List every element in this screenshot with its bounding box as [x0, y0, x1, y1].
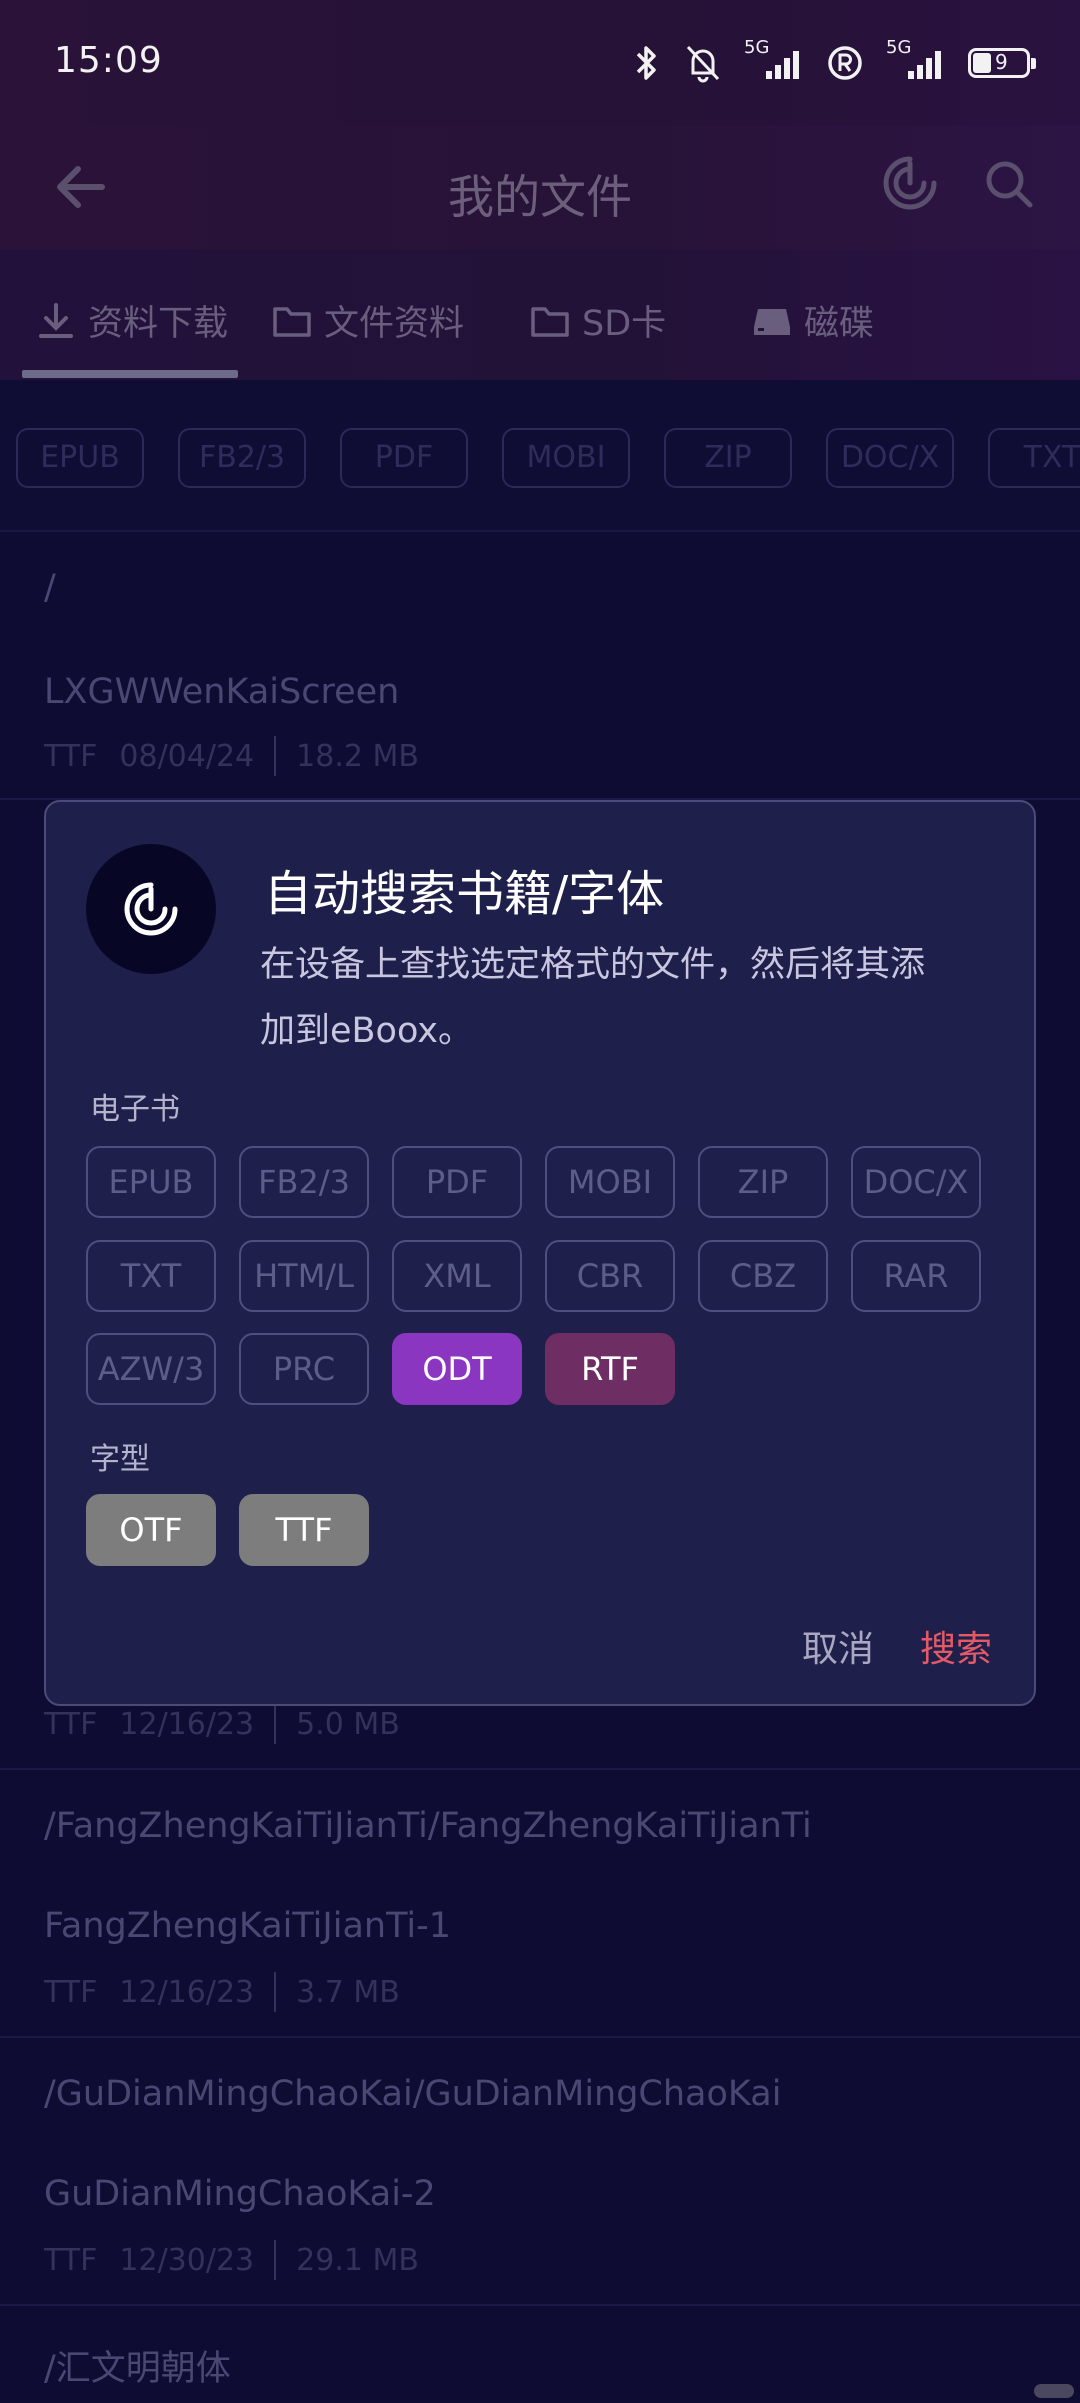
- folder-path[interactable]: /FangZhengKaiTiJianTi/FangZhengKaiTiJian…: [44, 1806, 812, 1846]
- tab-sd-card[interactable]: SD卡: [530, 295, 666, 346]
- search-button[interactable]: 搜索: [920, 1620, 992, 1672]
- file-name[interactable]: FangZhengKaiTiJianTi-1: [44, 1906, 451, 1946]
- filter-chip[interactable]: PDF: [340, 428, 468, 488]
- format-chip-cbz[interactable]: CBZ: [698, 1240, 828, 1312]
- status-time: 15:09: [54, 40, 163, 81]
- bell-muted-icon: [686, 45, 720, 83]
- file-meta: TTF 08/04/24 18.2 MB: [44, 736, 419, 776]
- auto-search-dialog: 自动搜索书籍/字体 在设备上查找选定格式的文件，然后将其添 加到eBoox。 电…: [44, 800, 1036, 1706]
- format-chip-cbr[interactable]: CBR: [545, 1240, 675, 1312]
- file-size: 3.7 MB: [296, 1974, 400, 2010]
- folder-path[interactable]: /GuDianMingChaoKai/GuDianMingChaoKai: [44, 2074, 781, 2114]
- file-date: 12/16/23: [119, 1706, 255, 1742]
- font-section-label: 字型: [90, 1442, 150, 1477]
- file-size: 5.0 MB: [296, 1706, 400, 1742]
- file-meta: TTF 12/16/23 3.7 MB: [44, 1972, 400, 2012]
- registered-icon: [828, 46, 862, 80]
- file-type: TTF: [44, 2242, 98, 2278]
- drive-icon: [754, 308, 790, 335]
- divider: [0, 2304, 1080, 2306]
- tab-documents[interactable]: 文件资料: [272, 295, 464, 346]
- download-icon: [39, 302, 73, 338]
- status-bar: 15:09 5G 5G 9: [0, 0, 1080, 125]
- folder-path[interactable]: /: [44, 568, 56, 608]
- file-type: TTF: [44, 1974, 98, 2010]
- ebook-section-label: 电子书: [90, 1092, 180, 1127]
- file-name[interactable]: GuDianMingChaoKai-2: [44, 2174, 436, 2214]
- dialog-description-line: 加到eBoox。: [260, 1011, 474, 1051]
- tab-label: 磁碟: [804, 304, 875, 344]
- filter-chip[interactable]: ZIP: [664, 428, 792, 488]
- tab-drive[interactable]: 磁碟: [752, 295, 874, 346]
- search-icon[interactable]: [980, 155, 1038, 213]
- format-chip-epub[interactable]: EPUB: [86, 1146, 216, 1218]
- format-chip-fb2[interactable]: FB2/3: [239, 1146, 369, 1218]
- dialog-description-line: 在设备上查找选定格式的文件，然后将其添: [260, 945, 926, 985]
- file-type: TTF: [44, 1706, 98, 1742]
- format-chip-txt[interactable]: TXT: [86, 1240, 216, 1312]
- tab-label: 文件资料: [324, 304, 465, 344]
- dialog-title: 自动搜索书籍/字体: [264, 866, 665, 922]
- format-chip-html[interactable]: HTM/L: [239, 1240, 369, 1312]
- bluetooth-icon: [636, 46, 656, 80]
- format-chip-prc[interactable]: PRC: [239, 1333, 369, 1405]
- radar-icon[interactable]: [880, 153, 940, 213]
- filter-chip[interactable]: TXT: [988, 428, 1080, 488]
- file-date: 12/30/23: [119, 2242, 255, 2278]
- file-size: 29.1 MB: [296, 2242, 419, 2278]
- signal-icon: 5G: [886, 37, 946, 83]
- format-chip-zip[interactable]: ZIP: [698, 1146, 828, 1218]
- folder-icon: [273, 306, 311, 337]
- tab-downloads[interactable]: 资料下载: [36, 295, 228, 346]
- status-icons: 5G 5G 9: [632, 37, 1036, 88]
- dialog-description: 在设备上查找选定格式的文件，然后将其添 加到eBoox。: [260, 932, 980, 1064]
- file-date: 08/04/24: [119, 738, 255, 774]
- dialog-icon-badge: [86, 844, 216, 974]
- format-chip-docx[interactable]: DOC/X: [851, 1146, 981, 1218]
- format-chip-xml[interactable]: XML: [392, 1240, 522, 1312]
- file-name[interactable]: LXGWWenKaiScreen: [44, 672, 399, 712]
- divider: [0, 2036, 1080, 2038]
- format-chip-odt-selected[interactable]: ODT: [392, 1333, 522, 1405]
- file-size: 18.2 MB: [296, 738, 419, 774]
- file-date: 12/16/23: [119, 1974, 255, 2010]
- signal-icon: 5G: [744, 37, 804, 83]
- folder-icon: [531, 306, 569, 337]
- filter-chip[interactable]: FB2/3: [178, 428, 306, 488]
- battery-level: 9: [995, 50, 1008, 74]
- format-filter-row: EPUB FB2/3 PDF MOBI ZIP DOC/X TXT: [0, 380, 1080, 530]
- radar-icon: [124, 882, 178, 936]
- divider: [0, 1768, 1080, 1770]
- filter-chip[interactable]: MOBI: [502, 428, 630, 488]
- format-chip-rar[interactable]: RAR: [851, 1240, 981, 1312]
- format-chip-azw[interactable]: AZW/3: [86, 1333, 216, 1405]
- filter-chip[interactable]: DOC/X: [826, 428, 954, 488]
- format-chip-pdf[interactable]: PDF: [392, 1146, 522, 1218]
- cancel-button[interactable]: 取消: [802, 1620, 874, 1672]
- format-chip-otf[interactable]: OTF: [86, 1494, 216, 1566]
- tab-indicator: [22, 370, 238, 378]
- format-chip-ttf[interactable]: TTF: [239, 1494, 369, 1566]
- app-bar: 我的文件: [0, 125, 1080, 250]
- tab-label: SD卡: [582, 304, 667, 344]
- folder-path[interactable]: /汇文明朝体: [44, 2340, 231, 2391]
- file-meta: TTF 12/16/23 5.0 MB: [44, 1704, 400, 1744]
- file-meta: TTF 12/30/23 29.1 MB: [44, 2240, 419, 2280]
- tab-bar: 资料下载 文件资料 SD卡 磁碟: [0, 250, 1080, 380]
- divider: [0, 530, 1080, 532]
- format-chip-mobi[interactable]: MOBI: [545, 1146, 675, 1218]
- battery-icon: 9: [968, 48, 1036, 78]
- filter-chip[interactable]: EPUB: [16, 428, 144, 488]
- tab-label: 资料下载: [88, 304, 229, 344]
- format-chip-rtf-selected[interactable]: RTF: [545, 1333, 675, 1405]
- watermark-badge: [1034, 2384, 1074, 2398]
- file-type: TTF: [44, 738, 98, 774]
